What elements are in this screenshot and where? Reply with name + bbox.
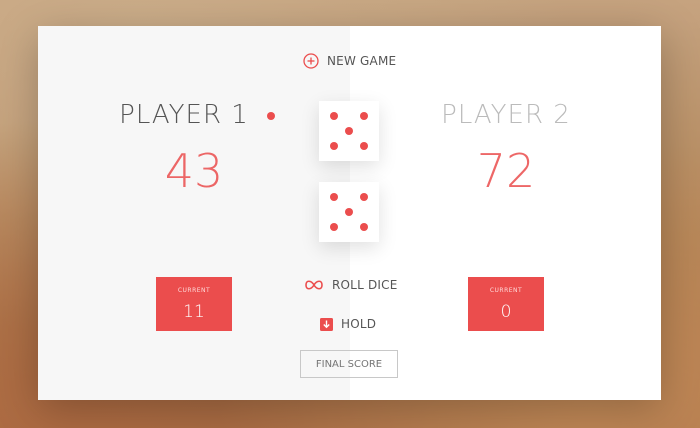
player-1-current-label: CURRENT [177, 287, 211, 294]
game-board: PLAYER 1 43 CURRENT 11 PLAYER 2 72 CURRE… [38, 26, 661, 400]
player-2-current-label: CURRENT [489, 287, 523, 294]
player-2-panel: PLAYER 2 72 CURRENT 0 [350, 26, 661, 400]
plus-circle-icon [303, 53, 319, 69]
dice-pip [330, 112, 338, 120]
new-game-button[interactable]: NEW GAME [303, 53, 396, 69]
player-2-total-score: 72 [476, 144, 536, 198]
roll-dice-label: ROLL DICE [332, 278, 398, 292]
dice-pip [330, 142, 338, 150]
player-1-current-box: CURRENT 11 [156, 277, 232, 331]
dice-pip [360, 193, 368, 201]
dice-pip [360, 142, 368, 150]
player-2-name: PLAYER 2 [441, 100, 571, 130]
dice-pip [360, 112, 368, 120]
player-1-total-score: 43 [164, 144, 224, 198]
hold-button[interactable]: HOLD [320, 317, 376, 331]
player-2-current-box: CURRENT 0 [468, 277, 544, 331]
dice-1 [319, 101, 379, 161]
player-1-panel: PLAYER 1 43 CURRENT 11 [38, 26, 350, 400]
dice-pip [345, 127, 353, 135]
player-1-current-score: 11 [183, 302, 205, 322]
active-player-indicator [267, 112, 275, 120]
dice-pip [330, 193, 338, 201]
download-box-icon [320, 317, 333, 331]
new-game-label: NEW GAME [327, 54, 397, 68]
dice-pip [360, 223, 368, 231]
hold-label: HOLD [341, 317, 377, 331]
player-1-name: PLAYER 1 [119, 100, 249, 130]
dice-pip [330, 223, 338, 231]
roll-dice-button[interactable]: ROLL DICE [304, 278, 398, 292]
infinity-icon [304, 279, 324, 291]
final-score-input[interactable] [300, 350, 398, 378]
dice-pip [345, 208, 353, 216]
dice-2 [319, 182, 379, 242]
player-2-current-score: 0 [500, 302, 512, 322]
